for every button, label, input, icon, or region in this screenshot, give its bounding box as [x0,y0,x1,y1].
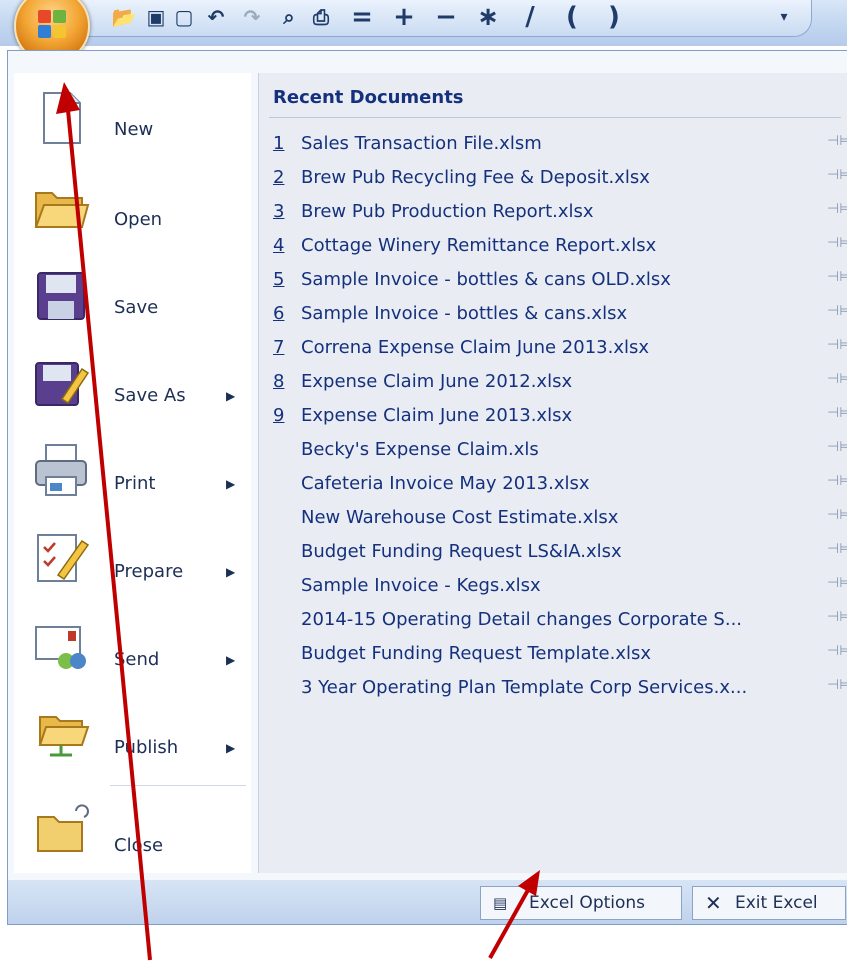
annotation-arrow-office-button [56,82,152,961]
annotation-arrow-excel-options [488,870,540,959]
annotation-arrows [56,82,540,961]
